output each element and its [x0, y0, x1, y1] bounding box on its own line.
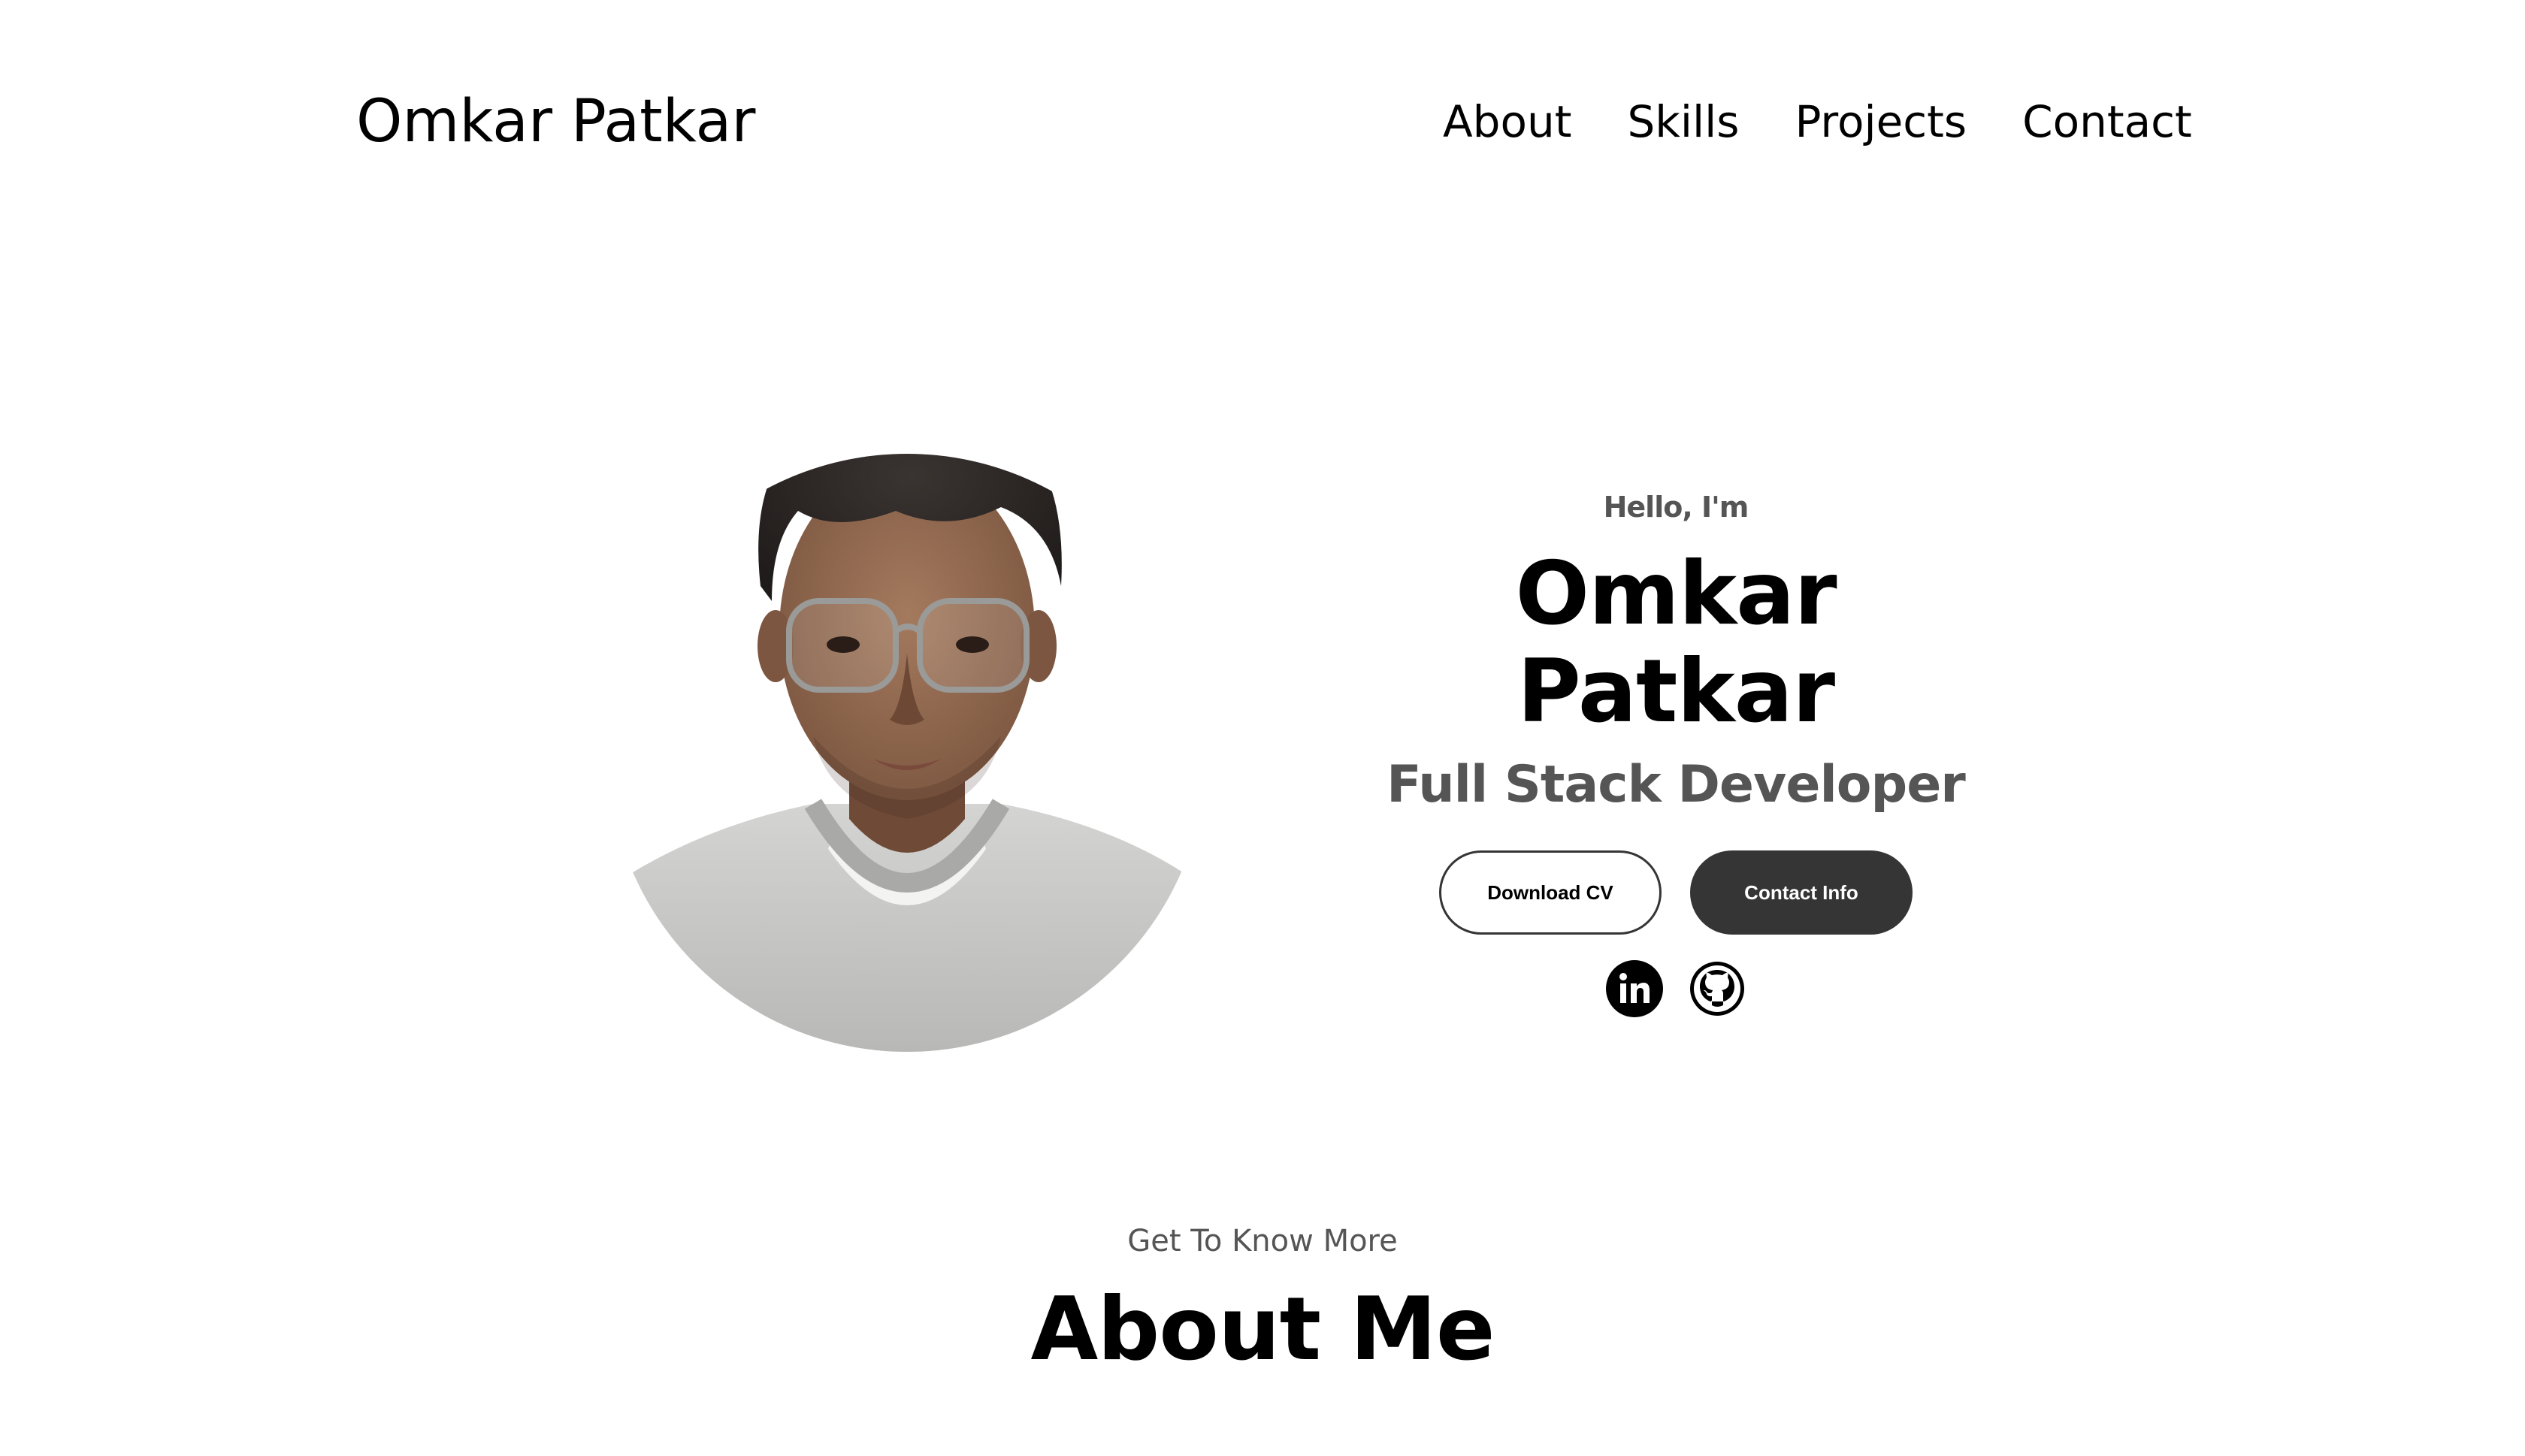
page: Omkar Patkar About Skills Projects Conta… [0, 0, 2525, 1456]
nav-link-projects[interactable]: Projects [1795, 93, 1967, 150]
github-icon[interactable] [1689, 960, 1746, 1017]
profile-picture [610, 361, 1204, 1052]
nav-link-about[interactable]: About [1443, 93, 1571, 150]
hero-text: Hello, I'm Omkar Patkar Full Stack Devel… [1345, 487, 2006, 1017]
hero-buttons: Download CV Contact Info [1439, 850, 1913, 935]
hero-title: Full Stack Developer [1386, 755, 1966, 814]
about-title: About Me [1030, 1279, 1495, 1380]
nav-logo[interactable]: Omkar Patkar [356, 84, 755, 159]
hero-name: Omkar Patkar [1515, 543, 1837, 742]
profile-portrait-image [610, 454, 1204, 1052]
hero-greeting: Hello, I'm [1603, 491, 1749, 524]
contact-info-button[interactable]: Contact Info [1690, 850, 1913, 935]
nav-link-contact[interactable]: Contact [2022, 93, 2192, 150]
linkedin-icon[interactable] [1606, 960, 1663, 1017]
social-links [1606, 960, 1746, 1017]
about-subtitle: Get To Know More [1127, 1224, 1398, 1258]
nav-link-skills[interactable]: Skills [1627, 93, 1739, 150]
download-cv-button[interactable]: Download CV [1439, 850, 1662, 935]
nav-links: About Skills Projects Contact [1443, 93, 2192, 150]
